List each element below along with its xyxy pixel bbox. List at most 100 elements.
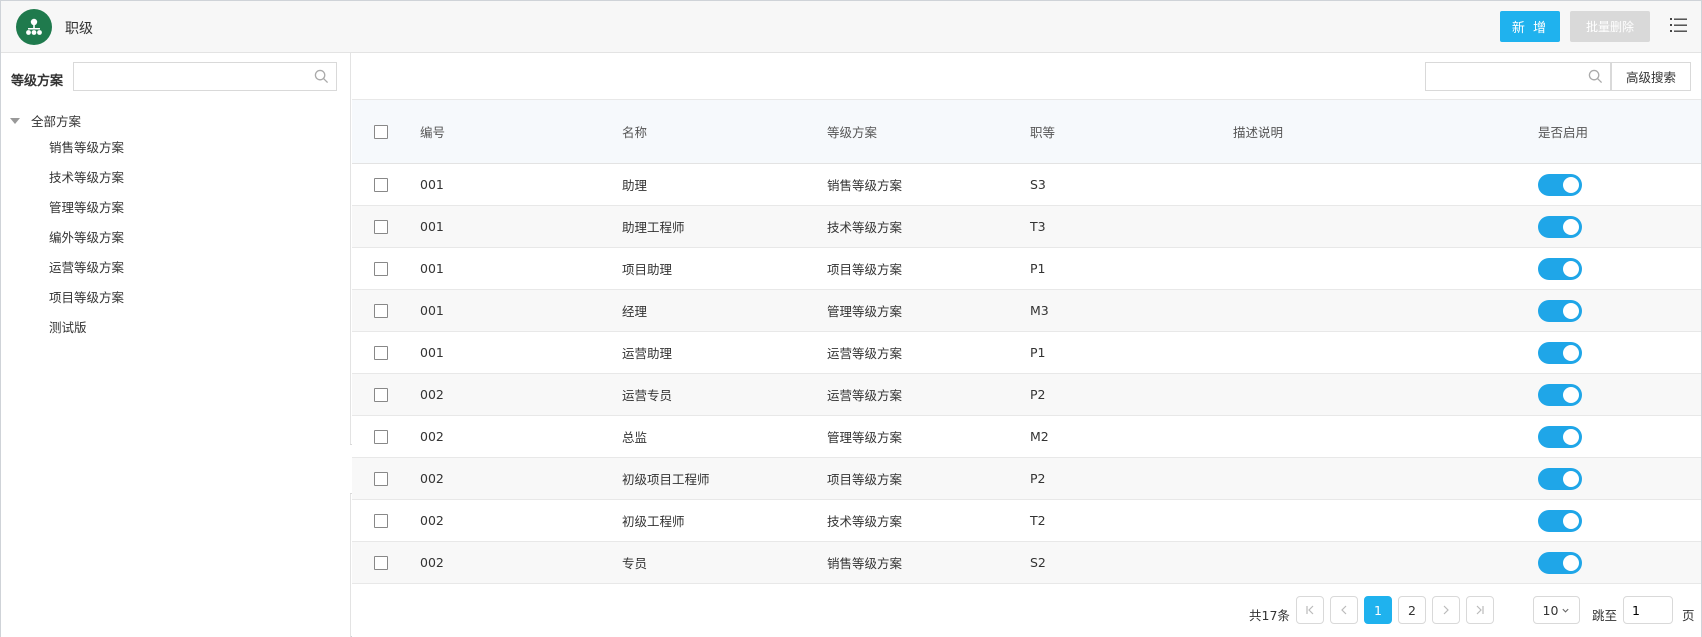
tree-item[interactable]: 运营等级方案 (49, 259, 124, 289)
last-page-button[interactable] (1466, 596, 1494, 624)
enabled-toggle[interactable] (1538, 383, 1582, 406)
first-page-button[interactable] (1296, 596, 1324, 624)
header-code: 编号 (420, 125, 446, 140)
table-row[interactable]: 001 运营助理 运营等级方案 P1 (352, 332, 1701, 374)
enabled-toggle[interactable] (1538, 425, 1582, 448)
table-row[interactable]: 001 助理工程师 技术等级方案 T3 (352, 206, 1701, 248)
table-row[interactable]: 002 总监 管理等级方案 M2 (352, 416, 1701, 458)
cell-name: 助理工程师 (622, 220, 685, 235)
table-row[interactable]: 002 初级工程师 技术等级方案 T2 (352, 500, 1701, 542)
row-checkbox-cell (374, 332, 388, 373)
caret-down-icon[interactable] (10, 118, 20, 124)
page-size-select[interactable]: 10 (1533, 596, 1580, 624)
search-icon[interactable] (1588, 69, 1603, 84)
header-desc: 描述说明 (1233, 125, 1284, 140)
header-name: 名称 (622, 125, 648, 140)
enabled-toggle[interactable] (1538, 551, 1582, 574)
page-button-1[interactable]: 1 (1364, 596, 1392, 624)
cell-enabled (1538, 542, 1582, 583)
add-button[interactable]: 新 增 (1500, 11, 1560, 42)
cell-enabled (1538, 374, 1582, 415)
cell-code: 002 (420, 387, 444, 402)
tree-item[interactable]: 项目等级方案 (49, 289, 124, 319)
row-checkbox[interactable] (374, 429, 388, 444)
row-checkbox[interactable] (374, 345, 388, 360)
row-checkbox-cell (374, 290, 388, 331)
enabled-toggle[interactable] (1538, 299, 1582, 322)
cell-grade: S3 (1030, 177, 1046, 192)
tree-list: 销售等级方案 技术等级方案 管理等级方案 编外等级方案 运营等级方案 项目等级方… (49, 139, 124, 349)
select-all-checkbox[interactable] (374, 124, 388, 139)
cell-code: 002 (420, 429, 444, 444)
tree-item[interactable]: 测试版 (49, 319, 124, 349)
table-row[interactable]: 001 经理 管理等级方案 M3 (352, 290, 1701, 332)
search-icon[interactable] (314, 69, 329, 84)
tree-item[interactable]: 技术等级方案 (49, 169, 124, 199)
batch-delete-button[interactable]: 批量删除 (1570, 11, 1650, 42)
toggle-knob (1563, 554, 1579, 571)
row-checkbox[interactable] (374, 261, 388, 276)
enabled-toggle[interactable] (1538, 173, 1582, 196)
table-row[interactable]: 001 助理 销售等级方案 S3 (352, 164, 1701, 206)
cell-plan: 项目等级方案 (827, 472, 903, 487)
table-row[interactable]: 001 项目助理 项目等级方案 P1 (352, 248, 1701, 290)
toggle-knob (1563, 302, 1579, 319)
data-table: 编号 名称 等级方案 职等 描述说明 是否启用 001 助理 销售等级方案 S3 001… (352, 99, 1701, 584)
cell-grade: M2 (1030, 429, 1049, 444)
sidebar-search-input[interactable] (74, 63, 304, 90)
tree-item[interactable]: 管理等级方案 (49, 199, 124, 229)
row-checkbox-cell (374, 374, 388, 415)
enabled-toggle[interactable] (1538, 341, 1582, 364)
row-checkbox[interactable] (374, 471, 388, 486)
cell-name: 总监 (622, 430, 648, 445)
next-page-button[interactable] (1432, 596, 1460, 624)
enabled-toggle[interactable] (1538, 215, 1582, 238)
cell-enabled (1538, 206, 1582, 247)
tree-item[interactable]: 销售等级方案 (49, 139, 124, 169)
sidebar: 等级方案 全部方案 销售等级方案 技术等级方案 管理等级方案 编外等级方案 运营… (1, 53, 351, 637)
tree-item[interactable]: 编外等级方案 (49, 229, 124, 259)
header-bar: 职级 新 增 批量删除 (1, 1, 1701, 53)
jump-page-input[interactable] (1623, 596, 1673, 624)
row-checkbox-cell (374, 164, 388, 205)
cell-code: 001 (420, 177, 444, 192)
row-checkbox[interactable] (374, 555, 388, 570)
jump-label: 跳至 (1592, 608, 1618, 623)
cell-name: 初级项目工程师 (622, 472, 710, 487)
enabled-toggle[interactable] (1538, 509, 1582, 532)
table-row[interactable]: 002 专员 销售等级方案 S2 (352, 542, 1701, 584)
row-checkbox[interactable] (374, 219, 388, 234)
advanced-search-button[interactable]: 高级搜索 (1611, 62, 1691, 91)
cell-plan: 技术等级方案 (827, 514, 903, 529)
cell-name: 运营专员 (622, 388, 673, 403)
toggle-knob (1563, 428, 1579, 445)
prev-page-button[interactable] (1330, 596, 1358, 624)
row-checkbox[interactable] (374, 387, 388, 402)
enabled-toggle[interactable] (1538, 467, 1582, 490)
cell-grade: T3 (1030, 219, 1046, 234)
table-row[interactable]: 002 运营专员 运营等级方案 P2 (352, 374, 1701, 416)
sidebar-label: 等级方案 (11, 74, 64, 89)
list-menu-icon[interactable] (1669, 15, 1689, 35)
row-checkbox-cell (374, 416, 388, 457)
tree-root[interactable]: 全部方案 (10, 111, 81, 130)
row-checkbox[interactable] (374, 177, 388, 192)
table-row[interactable]: 002 初级项目工程师 项目等级方案 P2 (352, 458, 1701, 500)
table-search-box (1425, 62, 1611, 91)
enabled-toggle[interactable] (1538, 257, 1582, 280)
header-grade: 职等 (1030, 125, 1056, 140)
page-button-2[interactable]: 2 (1398, 596, 1426, 624)
next-page-icon (1443, 605, 1449, 615)
sidebar-search-box (73, 62, 337, 91)
total-count: 共17条 (1249, 608, 1290, 623)
cell-code: 002 (420, 471, 444, 486)
table-header: 编号 名称 等级方案 职等 描述说明 是否启用 (352, 99, 1701, 164)
page-size-value: 10 (1542, 602, 1559, 618)
cell-enabled (1538, 164, 1582, 205)
page-unit-label: 页 (1682, 608, 1695, 623)
table-search-input[interactable] (1426, 63, 1586, 90)
row-checkbox[interactable] (374, 303, 388, 318)
row-checkbox[interactable] (374, 513, 388, 528)
table-body: 001 助理 销售等级方案 S3 001 助理工程师 技术等级方案 T3 001 项目助理 项目等级… (352, 164, 1701, 584)
cell-grade: P1 (1030, 261, 1046, 276)
